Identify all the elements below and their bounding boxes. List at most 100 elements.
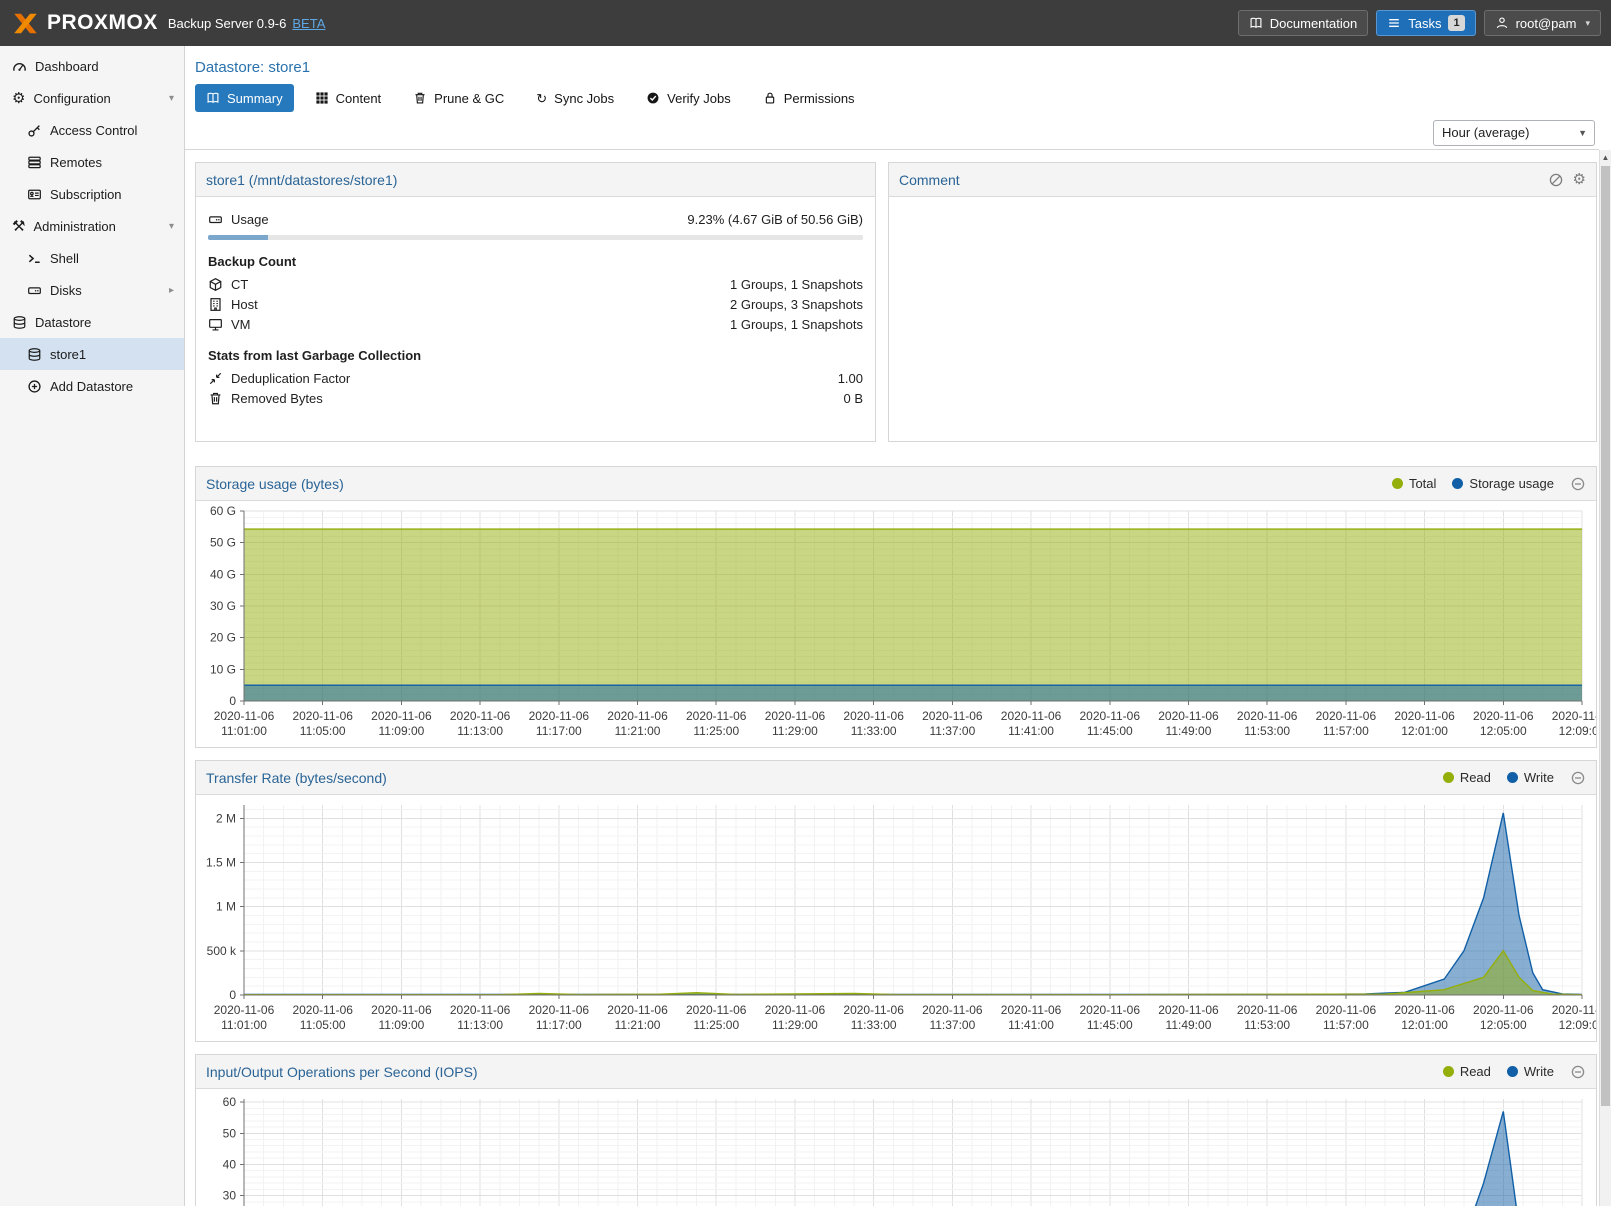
tab-sync-jobs[interactable]: ↻ Sync Jobs [525,84,625,112]
circle-slash-icon[interactable] [1548,172,1564,188]
svg-text:11:09:00: 11:09:00 [378,724,424,738]
vertical-scrollbar[interactable]: ▲ [1599,150,1611,1206]
sidebar-item-administration[interactable]: ⚒ Administration ▾ [0,210,184,242]
scrollbar-thumb[interactable] [1601,166,1610,1106]
tab-content[interactable]: Content [304,84,393,112]
svg-text:11:09:00: 11:09:00 [378,1018,424,1032]
caret-right-icon[interactable]: ▸ [169,285,178,296]
beta-link[interactable]: BETA [292,16,325,31]
panel-title: store1 (/mnt/datastores/store1) [206,172,397,188]
tab-verify-jobs[interactable]: Verify Jobs [635,84,742,112]
host-row: Host 2 Groups, 3 Snapshots [208,295,863,314]
sidebar-item-datastore[interactable]: Datastore [0,306,184,338]
gc-stats-heading: Stats from last Garbage Collection [208,348,863,363]
collapse-icon[interactable] [1570,476,1586,492]
svg-text:2020-11-06: 2020-11-06 [292,709,353,723]
storage-usage-panel: Storage usage (bytes) Total Storage usag… [195,466,1597,748]
svg-text:2020-11-06: 2020-11-06 [1394,1003,1455,1017]
server-stack-icon [27,155,42,170]
database-icon [12,315,27,330]
svg-text:2020-11-06: 2020-11-06 [529,1003,590,1017]
svg-text:2020-11-06: 2020-11-06 [450,709,511,723]
svg-text:2020-11-06: 2020-11-06 [1158,1003,1219,1017]
svg-text:11:25:00: 11:25:00 [693,1018,739,1032]
caret-down-icon: ▾ [1585,18,1590,29]
svg-text:2020-11-06: 2020-11-06 [214,1003,275,1017]
svg-text:11:53:00: 11:53:00 [1244,1018,1290,1032]
svg-text:2020-11-06: 2020-11-06 [765,1003,826,1017]
panel-title: Comment [899,172,960,188]
svg-text:500 k: 500 k [207,944,237,958]
grid-icon [315,91,329,105]
svg-text:2020-11-06: 2020-11-06 [607,709,668,723]
sidebar: Dashboard ⚙ Configuration ▾ Access Contr… [0,46,185,1206]
usage-row: Usage 9.23% (4.67 GiB of 50.56 GiB) [208,210,863,229]
svg-text:11:33:00: 11:33:00 [851,724,897,738]
svg-text:2020-11-06: 2020-11-06 [843,1003,904,1017]
compress-icon [208,371,223,386]
timeframe-select[interactable]: Hour (average) ▼ [1433,120,1595,146]
svg-text:2020-11-06: 2020-11-06 [686,709,747,723]
lock-icon [763,91,777,105]
hdd-icon [208,212,223,227]
sidebar-item-dashboard[interactable]: Dashboard [0,50,184,82]
svg-text:2020-11-06: 2020-11-06 [1237,709,1298,723]
gear-icon[interactable]: ⚙ [1573,172,1586,187]
svg-text:11:29:00: 11:29:00 [772,724,818,738]
caret-down-icon[interactable]: ▾ [169,221,178,232]
sidebar-item-shell[interactable]: Shell [0,242,184,274]
svg-text:11:17:00: 11:17:00 [536,1018,582,1032]
scroll-up-arrow-icon[interactable]: ▲ [1600,150,1611,164]
wrench-icon: ⚒ [12,219,25,234]
sidebar-item-remotes[interactable]: Remotes [0,146,184,178]
key-icon [27,123,42,138]
svg-text:2020-11-06: 2020-11-06 [922,709,983,723]
dedup-row: Deduplication Factor 1.00 [208,369,863,388]
chevron-down-icon: ▼ [1571,128,1594,138]
tasks-button[interactable]: Tasks 1 [1376,10,1475,36]
book-icon [1249,16,1263,30]
proxmox-logo: PROXMOX [12,11,158,35]
sidebar-item-add-datastore[interactable]: Add Datastore [0,370,184,402]
caret-down-icon[interactable]: ▾ [169,93,178,104]
legend-dot [1507,772,1518,783]
task-list-icon [1387,16,1401,30]
transfer-rate-chart: 0500 k1 M1.5 M2 M2020-11-0611:01:002020-… [196,795,1596,1041]
sidebar-item-access-control[interactable]: Access Control [0,114,184,146]
ct-row: CT 1 Groups, 1 Snapshots [208,275,863,294]
svg-text:12:05:00: 12:05:00 [1480,1018,1527,1032]
svg-text:11:57:00: 11:57:00 [1323,1018,1369,1032]
sidebar-item-configuration[interactable]: ⚙ Configuration ▾ [0,82,184,114]
storage-usage-chart: 010 G20 G30 G40 G50 G60 G2020-11-0611:01… [196,501,1596,747]
cube-icon [208,277,223,292]
sidebar-item-disks[interactable]: Disks ▸ [0,274,184,306]
user-icon [1495,16,1509,30]
gear-icon: ⚙ [12,91,25,106]
svg-text:11:37:00: 11:37:00 [929,724,975,738]
legend-write: Write [1507,1064,1554,1079]
removed-bytes-row: Removed Bytes 0 B [208,389,863,408]
legend-total: Total [1392,476,1436,491]
legend-write: Write [1507,770,1554,785]
collapse-icon[interactable] [1570,1064,1586,1080]
sidebar-item-subscription[interactable]: Subscription [0,178,184,210]
user-menu-button[interactable]: root@pam ▾ [1484,10,1601,36]
svg-text:30: 30 [223,1189,237,1203]
sidebar-item-store1[interactable]: store1 [0,338,184,370]
panel-title: Input/Output Operations per Second (IOPS… [206,1064,478,1080]
svg-text:0: 0 [229,988,236,1002]
svg-text:0: 0 [229,694,236,708]
datastore-summary-panel: store1 (/mnt/datastores/store1) Usage 9.… [195,162,876,442]
tab-prune-gc[interactable]: Prune & GC [402,84,515,112]
collapse-icon[interactable] [1570,770,1586,786]
tab-permissions[interactable]: Permissions [752,84,866,112]
svg-text:12:09:00: 12:09:00 [1559,724,1596,738]
tab-summary[interactable]: Summary [195,84,294,112]
legend-dot [1507,1066,1518,1077]
documentation-button[interactable]: Documentation [1238,10,1368,36]
svg-text:1.5 M: 1.5 M [206,855,236,869]
legend-dot [1452,478,1463,489]
svg-text:11:45:00: 11:45:00 [1087,1018,1133,1032]
svg-text:12:09:00: 12:09:00 [1559,1018,1596,1032]
monitor-icon [208,317,223,332]
